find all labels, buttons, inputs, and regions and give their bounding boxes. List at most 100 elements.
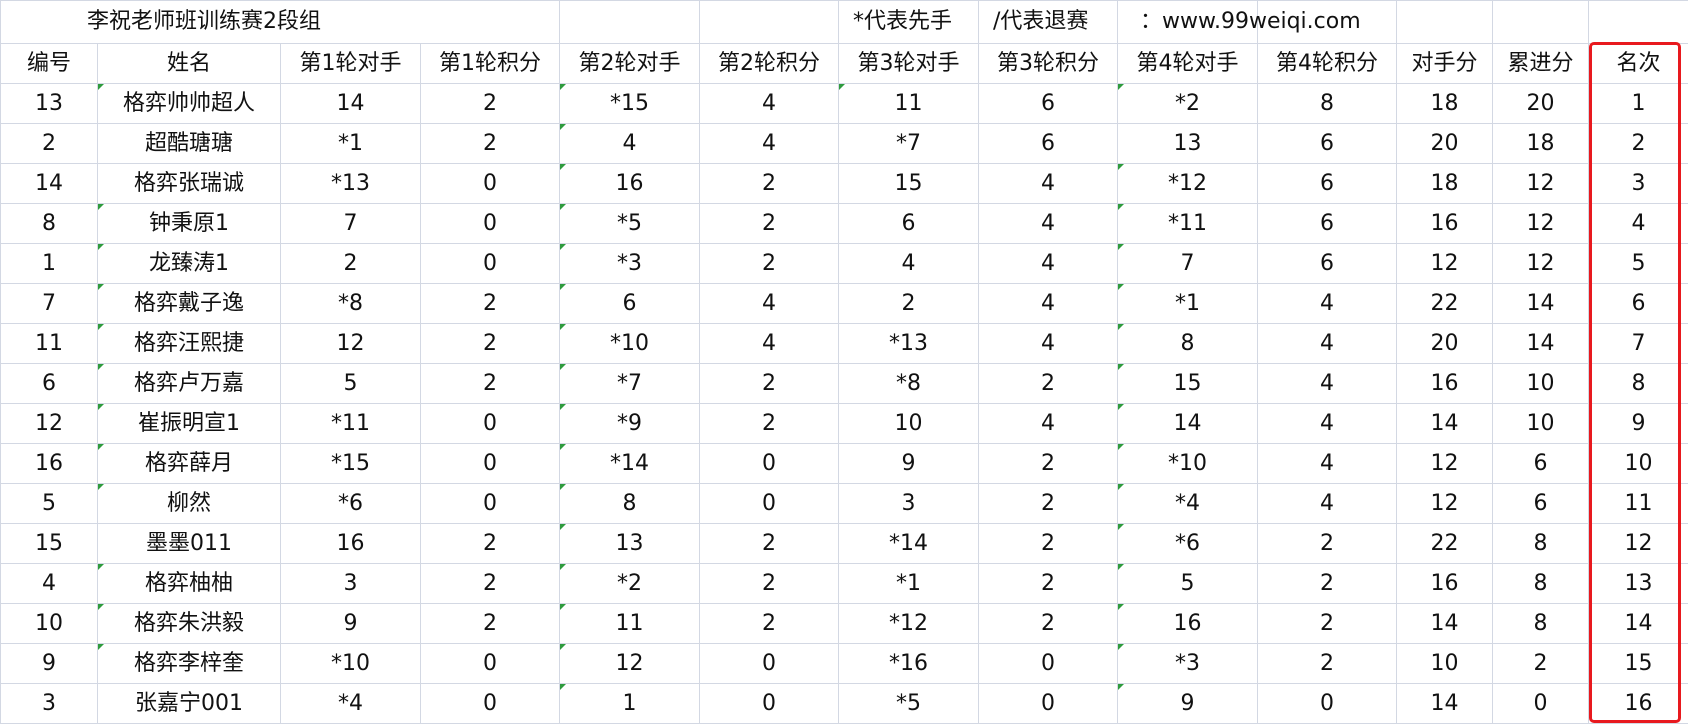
cell-opponent-points[interactable]: 10 [1396,643,1493,684]
cell-r3-score[interactable]: 2 [978,443,1118,484]
cell-rank[interactable]: 9 [1588,403,1688,444]
cell-opponent-points[interactable]: 14 [1396,683,1493,724]
cell-r1-score[interactable]: 0 [420,683,560,724]
cell-id[interactable]: 11 [0,323,98,364]
cell-player-name[interactable]: 格弈帅帅超人 [97,83,281,124]
cell-id[interactable]: 15 [0,523,98,564]
cell-r2-opponent[interactable]: *3 [559,243,700,284]
header-r3-score[interactable]: 第3轮积分 [978,43,1118,84]
cell-rank[interactable]: 10 [1588,443,1688,484]
empty-cell[interactable] [1492,0,1589,44]
cell-opponent-points[interactable]: 12 [1396,243,1493,284]
cell-id[interactable]: 2 [0,123,98,164]
cell-rank[interactable]: 6 [1588,283,1688,324]
cell-r1-score[interactable]: 2 [420,123,560,164]
cell-id[interactable]: 1 [0,243,98,284]
cell-r2-opponent[interactable]: 12 [559,643,700,684]
website-note[interactable]: ：www.99weiqi.com [1117,0,1361,44]
cell-opponent-points[interactable]: 18 [1396,163,1493,204]
cell-r3-opponent[interactable]: *16 [838,643,979,684]
cell-r3-opponent[interactable]: 2 [838,283,979,324]
cell-id[interactable]: 13 [0,83,98,124]
note-first-move[interactable]: *代表先手 [838,0,979,44]
header-rank[interactable]: 名次 [1588,43,1688,84]
cell-r4-opponent[interactable]: *12 [1117,163,1258,204]
cell-r3-score[interactable]: 6 [978,83,1118,124]
cell-r3-score[interactable]: 2 [978,563,1118,604]
cell-r1-opponent[interactable]: *1 [280,123,421,164]
cell-r2-opponent[interactable]: *9 [559,403,700,444]
cell-r2-opponent[interactable]: 11 [559,603,700,644]
cell-r4-opponent[interactable]: 7 [1117,243,1258,284]
cell-opponent-points[interactable]: 18 [1396,83,1493,124]
cell-id[interactable]: 7 [0,283,98,324]
cell-id[interactable]: 8 [0,203,98,244]
cell-r4-score[interactable]: 4 [1257,483,1397,524]
cell-r1-score[interactable]: 0 [420,163,560,204]
cell-player-name[interactable]: 崔振明宣1 [97,403,281,444]
cell-r2-opponent[interactable]: *10 [559,323,700,364]
cell-r3-opponent[interactable]: *14 [838,523,979,564]
sheet-title[interactable]: 李祝老师班训练赛2段组 [0,0,560,44]
cell-cumulative-points[interactable]: 0 [1492,683,1589,724]
cell-r2-score[interactable]: 0 [699,683,839,724]
cell-r4-score[interactable]: 2 [1257,603,1397,644]
cell-r2-opponent[interactable]: 16 [559,163,700,204]
cell-r2-score[interactable]: 2 [699,203,839,244]
cell-opponent-points[interactable]: 16 [1396,563,1493,604]
header-name[interactable]: 姓名 [97,43,281,84]
cell-player-name[interactable]: 格弈朱洪毅 [97,603,281,644]
cell-opponent-points[interactable]: 14 [1396,603,1493,644]
cell-r1-opponent[interactable]: 2 [280,243,421,284]
cell-r4-score[interactable]: 6 [1257,163,1397,204]
cell-r4-score[interactable]: 4 [1257,283,1397,324]
cell-r4-opponent[interactable]: 9 [1117,683,1258,724]
cell-r4-score[interactable]: 4 [1257,443,1397,484]
cell-cumulative-points[interactable]: 8 [1492,603,1589,644]
header-opponent-points[interactable]: 对手分 [1396,43,1493,84]
cell-r4-score[interactable]: 2 [1257,563,1397,604]
cell-opponent-points[interactable]: 14 [1396,403,1493,444]
cell-r3-score[interactable]: 6 [978,123,1118,164]
header-r4-opponent[interactable]: 第4轮对手 [1117,43,1258,84]
cell-r1-score[interactable]: 2 [420,523,560,564]
empty-cell[interactable] [699,0,839,44]
cell-r2-score[interactable]: 0 [699,443,839,484]
cell-player-name[interactable]: 格弈张瑞诚 [97,163,281,204]
cell-opponent-points[interactable]: 22 [1396,283,1493,324]
cell-rank[interactable]: 2 [1588,123,1688,164]
cell-cumulative-points[interactable]: 10 [1492,363,1589,404]
cell-r3-score[interactable]: 4 [978,243,1118,284]
cell-r4-opponent[interactable]: 5 [1117,563,1258,604]
cell-rank[interactable]: 1 [1588,83,1688,124]
cell-id[interactable]: 16 [0,443,98,484]
cell-r2-opponent[interactable]: *7 [559,363,700,404]
header-r1-score[interactable]: 第1轮积分 [420,43,560,84]
cell-player-name[interactable]: 张嘉宁001 [97,683,281,724]
cell-r3-opponent[interactable]: 4 [838,243,979,284]
cell-r4-opponent[interactable]: 14 [1117,403,1258,444]
cell-cumulative-points[interactable]: 14 [1492,323,1589,364]
cell-opponent-points[interactable]: 12 [1396,443,1493,484]
cell-r1-score[interactable]: 0 [420,483,560,524]
cell-r1-opponent[interactable]: *4 [280,683,421,724]
cell-r2-score[interactable]: 2 [699,163,839,204]
cell-r4-opponent[interactable]: *6 [1117,523,1258,564]
cell-r3-opponent[interactable]: 3 [838,483,979,524]
cell-r1-score[interactable]: 0 [420,643,560,684]
cell-r1-opponent[interactable]: *11 [280,403,421,444]
cell-rank[interactable]: 14 [1588,603,1688,644]
cell-r1-score[interactable]: 2 [420,603,560,644]
cell-r1-opponent[interactable]: 9 [280,603,421,644]
cell-opponent-points[interactable]: 22 [1396,523,1493,564]
cell-r3-score[interactable]: 2 [978,483,1118,524]
header-r2-score[interactable]: 第2轮积分 [699,43,839,84]
cell-r1-opponent[interactable]: 14 [280,83,421,124]
empty-cell[interactable] [1588,0,1688,44]
cell-r3-opponent[interactable]: 6 [838,203,979,244]
cell-rank[interactable]: 13 [1588,563,1688,604]
cell-r1-score[interactable]: 2 [420,283,560,324]
cell-player-name[interactable]: 格弈柚柚 [97,563,281,604]
cell-r2-score[interactable]: 4 [699,123,839,164]
cell-r2-opponent[interactable]: *2 [559,563,700,604]
